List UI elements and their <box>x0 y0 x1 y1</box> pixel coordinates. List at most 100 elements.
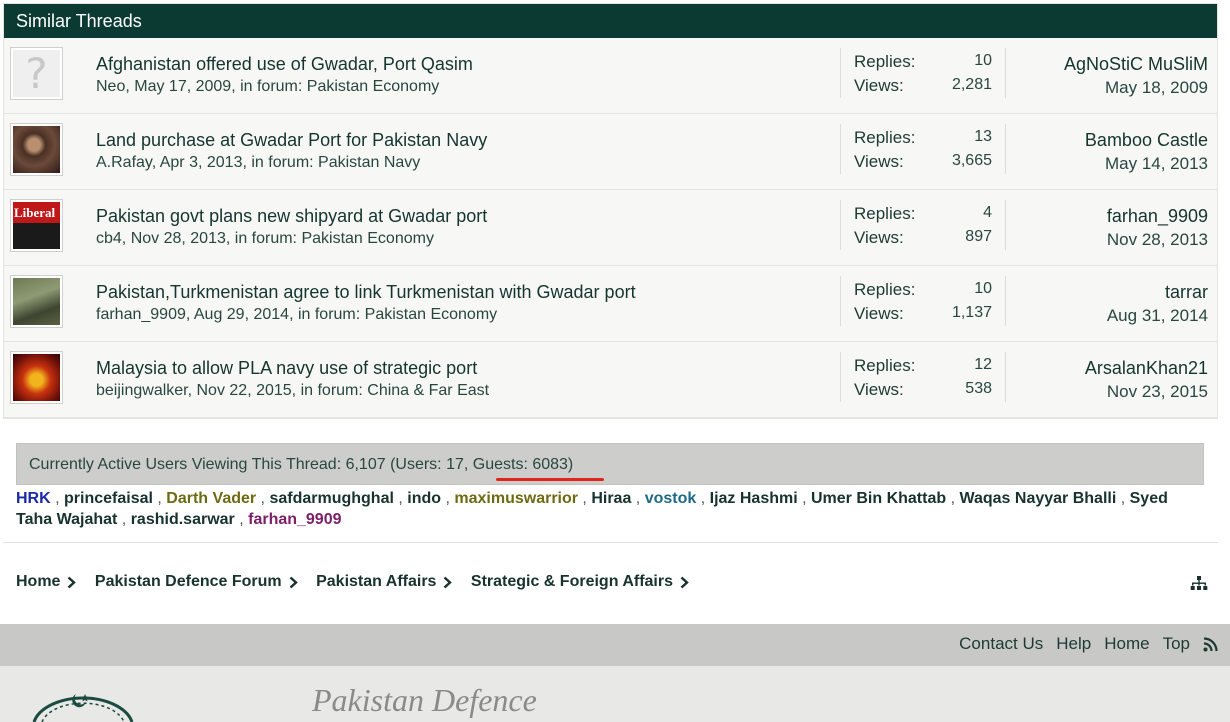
similar-threads-header: Similar Threads <box>4 4 1217 38</box>
avatar-image: Liberal <box>13 202 60 249</box>
avatar-image <box>13 126 60 173</box>
thread-row: Pakistan,Turkmenistan agree to link Turk… <box>4 266 1217 342</box>
thread-row: Land purchase at Gwadar Port for Pakista… <box>4 114 1217 190</box>
avatar[interactable]: ? <box>10 47 63 100</box>
views-count: 2,281 <box>951 76 992 93</box>
last-post-user-link[interactable]: tarrar <box>1165 282 1208 303</box>
user-link[interactable]: Ijaz Hashmi <box>710 490 798 507</box>
replies-label: Replies: <box>854 280 916 299</box>
active-users-box: Currently Active Users Viewing This Thre… <box>16 443 1204 485</box>
avatar[interactable] <box>10 123 63 176</box>
replies-count: 10 <box>974 280 992 297</box>
rss-icon[interactable] <box>1203 636 1218 652</box>
site-footer: Pakistan Defence <box>0 666 1230 722</box>
thread-meta: A.Rafay, Apr 3, 2013, in forum: Pakistan… <box>96 154 421 171</box>
footer-links: Contact Us Help Home Top <box>959 634 1218 654</box>
last-post-date[interactable]: Aug 31, 2014 <box>1107 306 1208 326</box>
last-post-user-link[interactable]: Bamboo Castle <box>1085 130 1208 151</box>
views-count: 538 <box>965 380 992 397</box>
replies-count: 12 <box>974 356 992 373</box>
thread-title-link[interactable]: Pakistan govt plans new shipyard at Gwad… <box>96 206 487 227</box>
breadcrumb-label: Pakistan Defence Forum <box>94 573 282 590</box>
user-link[interactable]: HRK <box>16 490 51 507</box>
thread-title-link[interactable]: Land purchase at Gwadar Port for Pakista… <box>96 130 487 151</box>
last-post-date[interactable]: Nov 23, 2015 <box>1107 382 1208 402</box>
last-post-date[interactable]: Nov 28, 2013 <box>1107 230 1208 250</box>
footer-link-home[interactable]: Home <box>1104 634 1149 654</box>
views-label: Views: <box>854 304 904 323</box>
user-link[interactable]: indo <box>407 490 441 507</box>
breadcrumb-item[interactable]: Pakistan Defence Forum <box>95 573 298 591</box>
sitemap-icon[interactable] <box>1190 576 1208 591</box>
footer-link-contact-us[interactable]: Contact Us <box>959 634 1043 654</box>
footer-link-top[interactable]: Top <box>1163 634 1190 654</box>
chevron-right-icon <box>444 576 453 588</box>
breadcrumb-label: Pakistan Affairs <box>316 573 437 590</box>
replies-count: 13 <box>974 128 992 145</box>
user-link[interactable]: vostok <box>645 490 697 507</box>
thread-row: Liberal Pakistan govt plans new shipyard… <box>4 190 1217 266</box>
thread-meta: farhan_9909, Aug 29, 2014, in forum: Pak… <box>96 306 498 323</box>
thread-row: ? Afghanistan offered use of Gwadar, Por… <box>4 38 1217 114</box>
chevron-right-icon <box>68 576 77 588</box>
thread-stats: Replies: 10 Views: 2,281 <box>840 48 1006 98</box>
thread-stats: Replies: 10 Views: 1,137 <box>840 276 1006 326</box>
user-link[interactable]: princefaisal <box>64 490 153 507</box>
avatar-image <box>13 354 60 401</box>
footer-brand: Pakistan Defence <box>312 682 537 718</box>
crescent-star-logo-icon <box>32 694 134 722</box>
views-label: Views: <box>854 152 904 171</box>
active-users-list: HRK , princefaisal , Darth Vader , safda… <box>16 490 1168 528</box>
last-post-user-link[interactable]: AgNoStiC MuSliM <box>1064 54 1208 75</box>
thread-title-link[interactable]: Pakistan,Turkmenistan agree to link Turk… <box>96 282 636 303</box>
user-link[interactable]: Hiraa <box>591 490 631 507</box>
views-label: Views: <box>854 228 904 247</box>
replies-label: Replies: <box>854 356 916 375</box>
similar-threads-panel: Similar Threads ? Afghanistan offered us… <box>3 3 1218 419</box>
replies-label: Replies: <box>854 204 916 223</box>
user-link[interactable]: Umer Bin Khattab <box>811 490 946 507</box>
views-label: Views: <box>854 380 904 399</box>
thread-stats: Replies: 13 Views: 3,665 <box>840 124 1006 174</box>
footer-bar: Contact Us Help Home Top <box>0 624 1230 666</box>
breadcrumb-item[interactable]: Pakistan Affairs <box>316 573 453 591</box>
user-link[interactable]: maximuswarrior <box>454 490 578 507</box>
avatar[interactable] <box>10 351 63 404</box>
thread-stats: Replies: 4 Views: 897 <box>840 200 1006 250</box>
user-link[interactable]: rashid.sarwar <box>131 511 235 528</box>
chevron-right-icon <box>680 576 689 588</box>
breadcrumb-item[interactable]: Strategic & Foreign Affairs <box>471 573 689 591</box>
breadcrumb: Home Pakistan Defence Forum Pakistan Aff… <box>16 573 703 591</box>
last-post-date[interactable]: May 18, 2009 <box>1105 78 1208 98</box>
thread-meta: Neo, May 17, 2009, in forum: Pakistan Ec… <box>96 78 440 95</box>
section-divider <box>3 542 1218 543</box>
user-link[interactable]: safdarmughghal <box>269 490 393 507</box>
last-post-user-link[interactable]: farhan_9909 <box>1107 206 1208 227</box>
last-post-date[interactable]: May 14, 2013 <box>1105 154 1208 174</box>
highlight-underline <box>496 478 604 481</box>
thread-stats: Replies: 12 Views: 538 <box>840 352 1006 402</box>
chevron-right-icon <box>289 576 298 588</box>
views-count: 3,665 <box>951 152 992 169</box>
views-label: Views: <box>854 76 904 95</box>
avatar-image <box>13 278 60 325</box>
breadcrumb-label: Strategic & Foreign Affairs <box>470 573 673 590</box>
breadcrumb-item[interactable]: Home <box>16 573 77 591</box>
active-users-summary: Currently Active Users Viewing This Thre… <box>29 456 574 473</box>
thread-meta: beijingwalker, Nov 22, 2015, in forum: C… <box>96 382 490 399</box>
avatar[interactable]: Liberal <box>10 199 63 252</box>
thread-title-link[interactable]: Afghanistan offered use of Gwadar, Port … <box>96 54 473 75</box>
replies-label: Replies: <box>854 52 916 71</box>
thread-meta: cb4, Nov 28, 2013, in forum: Pakistan Ec… <box>96 230 434 247</box>
avatar[interactable] <box>10 275 63 328</box>
user-link[interactable]: farhan_9909 <box>248 511 341 528</box>
last-post-user-link[interactable]: ArsalanKhan21 <box>1085 358 1208 379</box>
thread-row: Malaysia to allow PLA navy use of strate… <box>4 342 1217 418</box>
replies-count: 10 <box>974 52 992 69</box>
replies-label: Replies: <box>854 128 916 147</box>
thread-title-link[interactable]: Malaysia to allow PLA navy use of strate… <box>96 358 477 379</box>
user-link[interactable]: Darth Vader <box>166 490 256 507</box>
footer-link-help[interactable]: Help <box>1056 634 1091 654</box>
user-link[interactable]: Waqas Nayyar Bhalli <box>959 490 1116 507</box>
breadcrumb-label: Home <box>16 573 61 590</box>
